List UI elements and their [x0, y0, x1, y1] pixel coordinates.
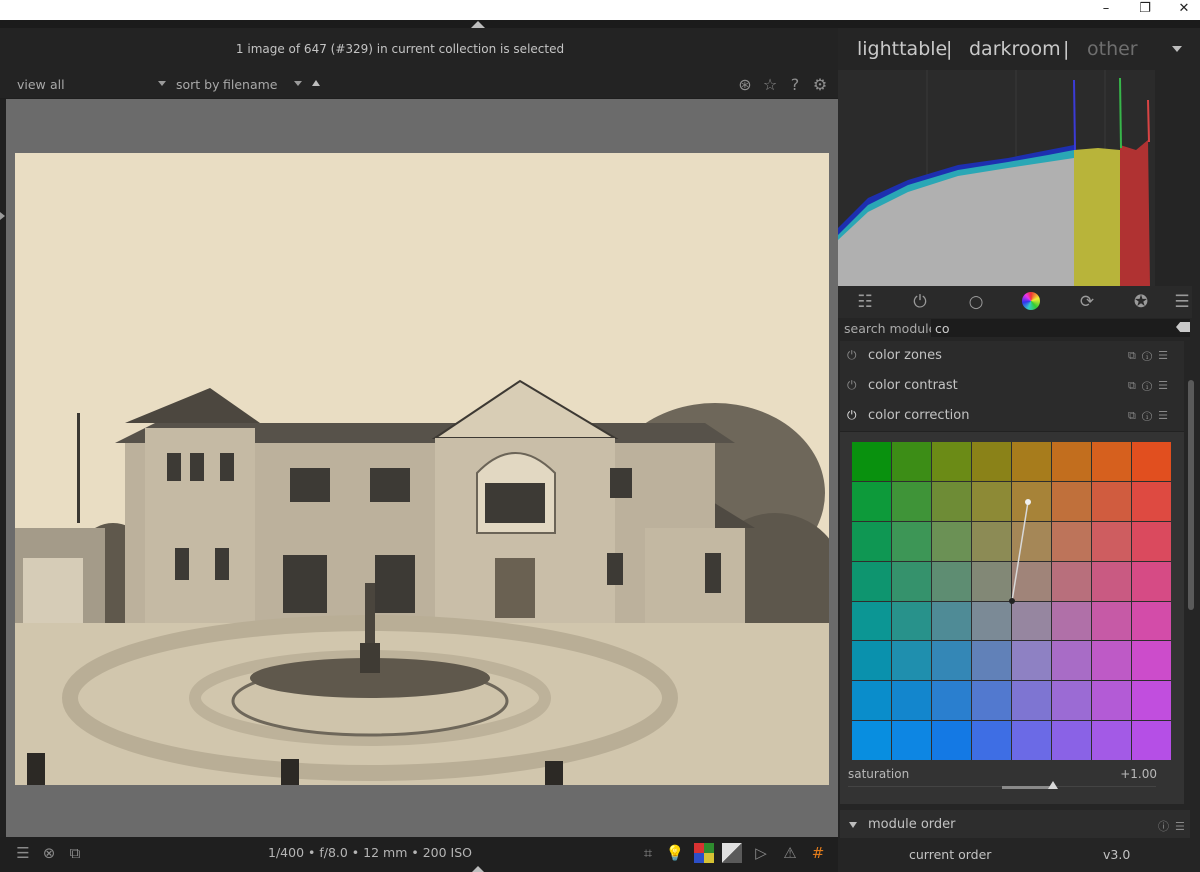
module-actions[interactable]: ⧉ⓘ☰ [1128, 409, 1174, 423]
module-actions[interactable]: ⧉ⓘ☰ [1128, 379, 1174, 393]
expand-left-icon[interactable] [0, 212, 5, 220]
power-icon[interactable]: ⏻ [847, 408, 857, 423]
grid-icon[interactable]: ⊛ [734, 74, 756, 96]
saturation-handle[interactable] [1048, 781, 1058, 789]
close-button[interactable]: ✕ [1170, 0, 1198, 20]
collapse-top-icon[interactable] [471, 21, 485, 28]
power-icon[interactable]: ⏻ [847, 348, 857, 363]
view-darkroom[interactable]: darkroom [969, 38, 1061, 60]
correction-vector[interactable] [852, 442, 1171, 760]
star-icon[interactable]: ☆ [759, 74, 781, 96]
module-label: color zones [868, 348, 942, 363]
color-wheel-icon[interactable] [1022, 292, 1040, 310]
reset-icon[interactable]: ⟳ [1075, 290, 1099, 314]
module-order-label: module order [868, 817, 956, 832]
view-lighttable[interactable]: lighttable [857, 38, 947, 60]
filter-bar [0, 72, 838, 98]
color-icon[interactable] [694, 843, 714, 863]
shadow-handle [1009, 598, 1015, 604]
order-version: v3.0 [1103, 847, 1131, 862]
maximize-button[interactable]: ❐ [1131, 0, 1159, 20]
chevron-down-icon[interactable] [158, 81, 166, 86]
power-icon[interactable]: ⏻ [847, 378, 857, 393]
sliders-icon[interactable]: ☷ [853, 290, 877, 314]
view-dropdown[interactable]: all [50, 77, 65, 92]
focus-icon[interactable]: ⌗ [637, 842, 659, 864]
guides-icon[interactable]: # [807, 842, 829, 864]
warning-icon[interactable]: ⚠ [779, 842, 801, 864]
chevron-down-icon[interactable] [1172, 46, 1182, 52]
sort-label: sort by [176, 77, 220, 92]
menu-icon[interactable]: ☰ [12, 842, 34, 864]
module-label: color correction [868, 408, 970, 423]
exif-info: 1/400 • f/8.0 • 12 mm • 200 ISO [268, 845, 472, 860]
saturation-label: saturation [848, 767, 910, 781]
exposure-icon[interactable] [722, 843, 742, 863]
view-label: view [17, 77, 46, 92]
window-titlebar [0, 0, 1200, 20]
bulb-icon[interactable]: 💡 [664, 842, 686, 864]
saturation-value[interactable]: +1.00 [1100, 767, 1157, 781]
saturation-fill [1002, 786, 1052, 789]
module-actions[interactable]: ⧉ⓘ☰ [1128, 349, 1174, 363]
aperture-icon[interactable]: ✪ [1129, 290, 1153, 314]
photo-preview [15, 153, 829, 785]
view-separator: | [946, 38, 953, 60]
histogram[interactable] [838, 70, 1155, 286]
softproof-icon[interactable]: ▷ [750, 842, 772, 864]
collapse-bottom-icon[interactable] [472, 866, 484, 872]
display-icon[interactable]: ⧉ [64, 842, 86, 864]
view-separator: | [1063, 38, 1070, 60]
module-actions[interactable]: ⓘ☰ [1158, 818, 1191, 834]
module-label: color contrast [868, 378, 958, 393]
selection-status: 1 image of 647 (#329) in current collect… [235, 42, 565, 56]
sort-order-icon[interactable] [312, 80, 320, 86]
top-panel-strip [0, 20, 1200, 28]
right-panel-scrollbar[interactable] [1188, 380, 1194, 610]
sort-dropdown[interactable]: filename [223, 77, 278, 92]
menu-icon[interactable]: ☰ [1170, 290, 1194, 314]
chevron-down-icon[interactable] [849, 822, 857, 828]
power-icon[interactable]: ⏻ [908, 290, 932, 314]
search-label: search module [844, 321, 937, 336]
gear-icon[interactable]: ⚙ [809, 74, 831, 96]
chevron-down-icon[interactable] [294, 81, 302, 86]
shapes-icon[interactable]: ⊗ [38, 842, 60, 864]
help-icon[interactable]: ? [784, 74, 806, 96]
highlight-handle [1025, 499, 1031, 505]
minimize-button[interactable]: – [1092, 0, 1120, 20]
current-order-label: current order [909, 847, 992, 862]
view-other[interactable]: other [1087, 38, 1138, 60]
circle-icon[interactable]: ○ [964, 290, 988, 314]
search-input[interactable] [931, 319, 1190, 337]
